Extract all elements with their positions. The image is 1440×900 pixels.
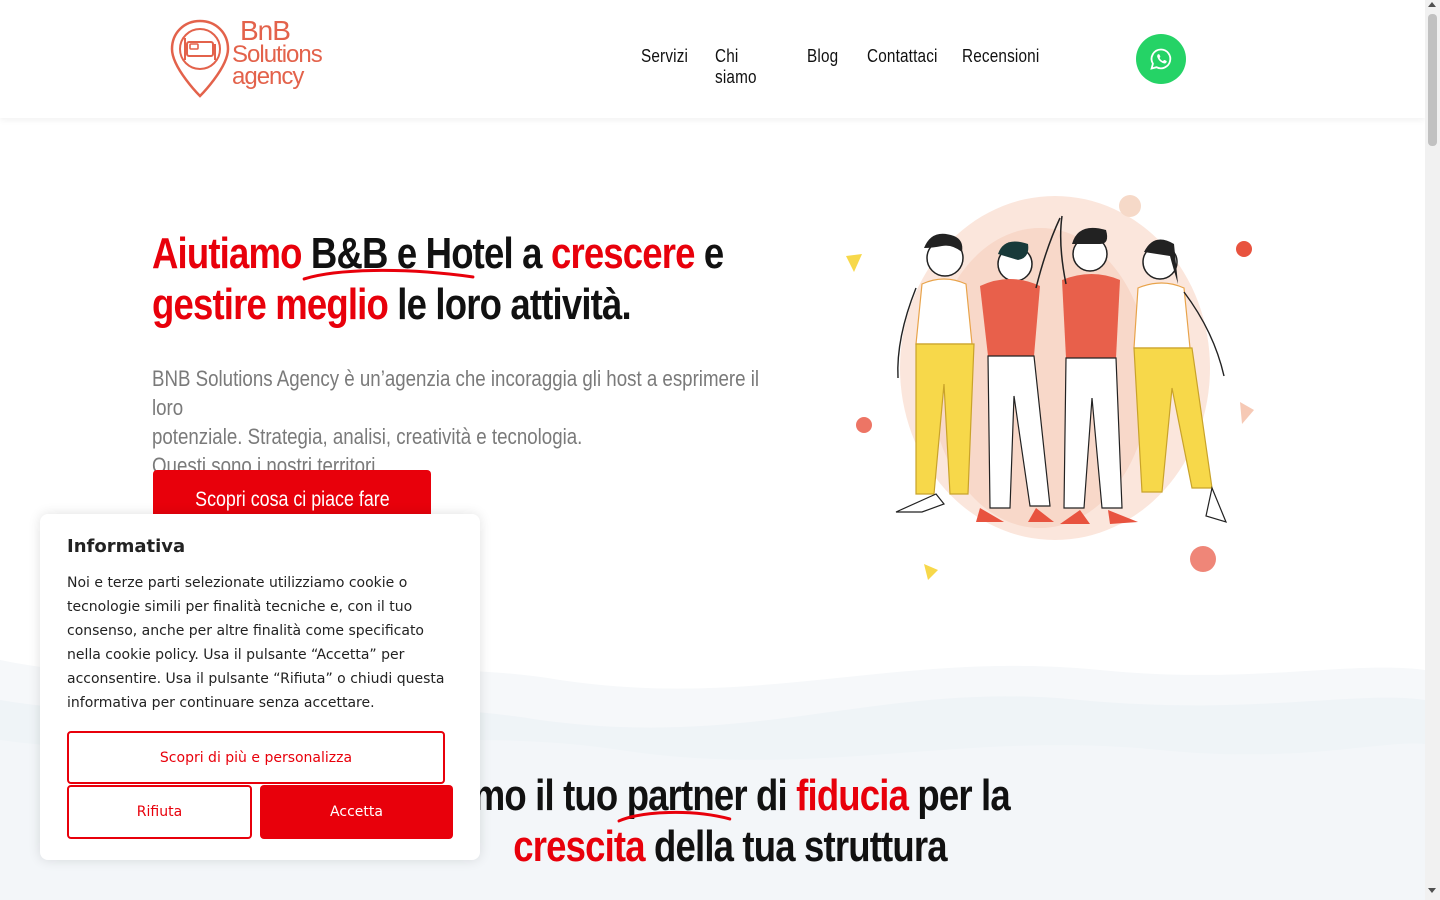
underline-swoosh-icon bbox=[303, 268, 475, 281]
logo-line3: agency bbox=[232, 63, 304, 90]
nav-chi-siamo[interactable]: Chi siamo bbox=[715, 46, 766, 88]
hero-title: Aiutiamo B&B e Hotel a crescere e gestir… bbox=[152, 228, 724, 330]
hero-title-part: crescere bbox=[550, 229, 695, 278]
scrollbar[interactable] bbox=[1425, 0, 1440, 900]
cookie-customize-button[interactable]: Scopri di più e personalizza bbox=[67, 731, 445, 784]
nav-contattaci[interactable]: Contattaci bbox=[867, 46, 937, 88]
hero-title-part: gestire meglio bbox=[152, 280, 389, 329]
main-nav: Servizi Chi siamo Blog Contattaci Recens… bbox=[641, 46, 1039, 88]
scroll-thumb[interactable] bbox=[1428, 14, 1437, 146]
hero-title-part: a bbox=[522, 229, 542, 278]
hero-description-line: BNB Solutions Agency è un’agenzia che in… bbox=[152, 366, 760, 420]
hero-title-part: e bbox=[703, 229, 724, 278]
cookie-banner: Informativa Noi e terze parti selezionat… bbox=[40, 514, 480, 860]
page: BnB Solutions agency Servizi Chi siamo B… bbox=[0, 0, 1425, 900]
hero-title-highlight: B&B e Hotel bbox=[303, 229, 514, 281]
whatsapp-button[interactable] bbox=[1136, 34, 1186, 84]
partner-heading: mo il tuo partner di fiducia per la cres… bbox=[472, 770, 1011, 872]
underline-swoosh-icon bbox=[617, 810, 731, 823]
nav-servizi[interactable]: Servizi bbox=[641, 46, 688, 88]
hero-description: BNB Solutions Agency è un’agenzia che in… bbox=[152, 364, 764, 480]
partner-heading-part: fiducia bbox=[796, 771, 909, 820]
cta-label: Scopri cosa ci piace fare bbox=[194, 488, 390, 511]
cookie-accept-button[interactable]: Accetta bbox=[260, 785, 453, 839]
partner-heading-part: mo il tuo bbox=[472, 771, 619, 820]
hero-title-part: le loro attività. bbox=[397, 280, 631, 329]
partner-heading-part: per la bbox=[917, 771, 1010, 820]
logo-wordmark: BnB Solutions agency bbox=[232, 17, 323, 90]
site-header: BnB Solutions agency Servizi Chi siamo B… bbox=[0, 0, 1425, 118]
whatsapp-icon bbox=[1150, 48, 1172, 70]
cookie-title: Informativa bbox=[67, 536, 186, 557]
hero-title-part: Aiutiamo bbox=[152, 229, 302, 278]
hero-description-line: potenziale. Strategia, analisi, creativi… bbox=[152, 424, 583, 449]
logo[interactable]: BnB Solutions agency bbox=[168, 17, 338, 102]
location-pin-bed-icon bbox=[170, 19, 230, 98]
partner-heading-highlight: partner bbox=[617, 771, 748, 823]
scroll-up-arrow-icon[interactable] bbox=[1428, 2, 1436, 7]
cookie-text: Noi e terze parti selezionate utilizziam… bbox=[67, 575, 445, 711]
partner-heading-part: di bbox=[756, 771, 788, 820]
nav-recensioni[interactable]: Recensioni bbox=[962, 46, 1039, 88]
nav-blog[interactable]: Blog bbox=[807, 46, 838, 88]
partner-heading-part: crescita bbox=[513, 822, 645, 871]
partner-heading-part: della tua struttura bbox=[654, 822, 948, 871]
scroll-down-arrow-icon[interactable] bbox=[1428, 888, 1436, 893]
cookie-reject-button[interactable]: Rifiuta bbox=[67, 785, 252, 839]
team-high-five-illustration bbox=[846, 195, 1254, 580]
